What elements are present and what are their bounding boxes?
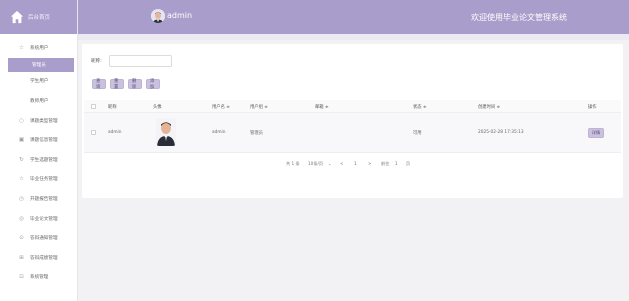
cell-group: 管理员: [250, 131, 263, 136]
admin-table: 昵称 头像 用户名 ≑ 用户组 ≑ 邮箱 ≑ 状态 ≑ 创建时间 ≑ 操作 ad…: [84, 100, 621, 153]
cell-nickname: admin: [108, 130, 122, 135]
sidebar-item-system-users[interactable]: ☆ 系统用户: [0, 38, 77, 58]
sidebar-item-label: 管理员: [32, 62, 46, 68]
sidebar-item-label: 学生用户: [30, 79, 49, 85]
sidebar: 后台首页 ☆ 系统用户 管理员 学生用户 教师用户 ○ 课题类型管理 ▣ 课题信…: [0, 0, 78, 301]
cell-username: admin: [212, 130, 226, 135]
user-avatar[interactable]: [151, 9, 165, 23]
tab-strip: [78, 34, 629, 40]
sidebar-item-theses[interactable]: ◎ 毕业论文管理: [0, 209, 77, 229]
header-username[interactable]: 用户名 ≑: [212, 104, 230, 110]
compass-icon: ◎: [19, 215, 24, 222]
user-name[interactable]: admin: [167, 11, 192, 20]
header-nickname: 昵称: [108, 105, 117, 110]
sidebar-item-label: 学生选题管理: [30, 157, 58, 163]
page-unit: 页: [406, 161, 411, 166]
sidebar-item-admins[interactable]: 管理员: [8, 57, 74, 72]
select-all-checkbox[interactable]: [91, 104, 96, 109]
sidebar-item-label: 教师用户: [30, 98, 49, 104]
header-created[interactable]: 创建时间 ≑: [478, 104, 500, 110]
circle-icon: ○: [19, 117, 24, 124]
sidebar-item-proposal-reports[interactable]: ◷ 开题报告管理: [0, 189, 77, 209]
header-email[interactable]: 邮箱 ≑: [315, 104, 329, 110]
sidebar-menu: ☆ 系统用户 管理员 学生用户 教师用户 ○ 课题类型管理 ▣ 课题信息管理 ↻…: [0, 34, 77, 287]
sidebar-item-defense-scores[interactable]: ⊞ 答辩成绩管理: [0, 248, 77, 268]
add-button[interactable]: 添加: [146, 79, 160, 90]
sidebar-item-label: 系统管理: [30, 275, 49, 281]
query-button[interactable]: 查询: [92, 79, 106, 90]
home-link[interactable]: 后台首页: [0, 0, 77, 34]
header-avatar: 头像: [153, 105, 162, 110]
detail-button[interactable]: 详情: [588, 128, 604, 138]
pagination-total: 共 1 条: [286, 161, 300, 166]
row-avatar: [156, 118, 176, 146]
home-icon: [10, 10, 24, 24]
nickname-search-input[interactable]: [109, 55, 172, 67]
sidebar-item-topic-selection[interactable]: ↻ 学生选题管理: [0, 150, 77, 170]
header-status[interactable]: 状态 ≑: [413, 104, 427, 110]
star-outline-icon: ☆: [19, 176, 24, 183]
header-actions: 操作: [588, 105, 597, 110]
circle-dot-icon: ⊙: [19, 235, 24, 242]
goto-page-input[interactable]: 1: [395, 161, 398, 166]
cell-status: 可用: [413, 131, 422, 136]
sidebar-item-students[interactable]: 学生用户: [0, 72, 77, 92]
sidebar-item-graduation-tasks[interactable]: ☆ 毕业任务管理: [0, 170, 77, 190]
sidebar-item-topic-types[interactable]: ○ 课题类型管理: [0, 111, 77, 131]
square-icon: ▣: [18, 137, 25, 144]
refresh-icon: ↻: [19, 156, 24, 163]
page-size-select[interactable]: 10条/页: [308, 161, 323, 167]
main-panel: 昵称: 查询 重置 删除 添加 昵称 头像 用户名 ≑ 用户组 ≑ 邮箱 ≑ 状…: [82, 44, 623, 198]
goto-label: 前往: [381, 161, 390, 166]
sidebar-item-topic-info[interactable]: ▣ 课题信息管理: [0, 130, 77, 150]
sidebar-item-label: 课题信息管理: [30, 138, 58, 144]
home-label: 后台首页: [28, 15, 51, 21]
next-page-button[interactable]: >: [368, 161, 372, 166]
row-checkbox[interactable]: [91, 130, 96, 135]
delete-button[interactable]: 删除: [128, 79, 142, 90]
current-page[interactable]: 1: [354, 161, 357, 166]
sidebar-item-system-management[interactable]: ⊡ 系统管理: [0, 268, 77, 288]
welcome-title: 欢迎使用毕业论文管理系统: [471, 13, 567, 22]
page-size-chevron-icon[interactable]: ⌄: [328, 161, 332, 166]
grid-icon: ⊞: [19, 254, 24, 261]
sidebar-item-label: 答辩通知管理: [30, 236, 58, 242]
topbar: admin 欢迎使用毕业论文管理系统: [78, 0, 629, 34]
user-avatar-icon: [151, 10, 165, 23]
header-group[interactable]: 用户组 ≑: [250, 104, 268, 110]
table-row: admin admin 管理员 可用 2025-02-28 17:35:13 详…: [84, 113, 621, 153]
sidebar-item-label: 课题类型管理: [30, 118, 58, 124]
person-photo-icon: [156, 118, 176, 146]
pagination: 共 1 条 10条/页 ⌄ < 1 > 前往 1 页: [82, 160, 623, 170]
sidebar-item-label: 答辩成绩管理: [30, 255, 58, 261]
sidebar-item-defense-notices[interactable]: ⊙ 答辩通知管理: [0, 228, 77, 248]
square-dot-icon: ⊡: [19, 274, 24, 281]
sidebar-item-label: 系统用户: [30, 45, 49, 51]
sidebar-item-teachers[interactable]: 教师用户: [0, 91, 77, 111]
star-outline-icon: ☆: [19, 44, 24, 51]
sidebar-item-label: 毕业论文管理: [30, 216, 58, 222]
table-header: 昵称 头像 用户名 ≑ 用户组 ≑ 邮箱 ≑ 状态 ≑ 创建时间 ≑ 操作: [84, 100, 621, 113]
toolbar: 查询 重置 删除 添加: [92, 79, 160, 90]
reset-button[interactable]: 重置: [110, 79, 124, 90]
sidebar-item-label: 毕业任务管理: [30, 177, 58, 183]
prev-page-button[interactable]: <: [340, 161, 344, 166]
sidebar-item-label: 开题报告管理: [30, 196, 58, 202]
cell-created: 2025-02-28 17:35:13: [478, 130, 524, 135]
clock-icon: ◷: [19, 195, 24, 202]
search-label: 昵称:: [91, 59, 102, 64]
